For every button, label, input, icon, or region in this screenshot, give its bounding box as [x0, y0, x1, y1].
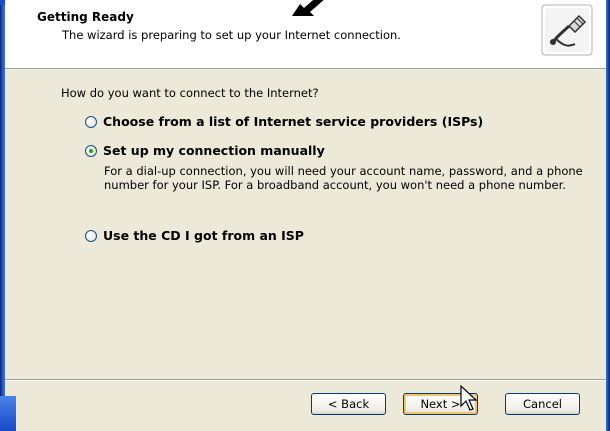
- window-frame-right: [606, 0, 610, 431]
- radio-setup-manually[interactable]: [85, 144, 97, 157]
- radio-choose-isp-list[interactable]: [85, 115, 97, 128]
- option-setup-manually-label: Set up my connection manually: [103, 143, 325, 158]
- wizard-body: How do you want to connect to the Intern…: [5, 70, 606, 379]
- network-cable-icon: [541, 4, 593, 56]
- taskbar-edge: [0, 396, 16, 431]
- option-use-isp-cd-label: Use the CD I got from an ISP: [103, 228, 304, 243]
- option-use-isp-cd[interactable]: Use the CD I got from an ISP: [85, 228, 304, 243]
- back-button[interactable]: < Back: [311, 393, 386, 415]
- cancel-button[interactable]: Cancel: [505, 393, 580, 415]
- option-choose-isp-list[interactable]: Choose from a list of Internet service p…: [85, 114, 483, 129]
- callout-arrow-icon: [292, 0, 324, 16]
- mouse-pointer-icon: [460, 385, 478, 411]
- header-subtitle: The wizard is preparing to set up your I…: [62, 28, 401, 42]
- option-setup-manually[interactable]: Set up my connection manually: [85, 143, 325, 158]
- wizard-footer: < Back Next > Cancel: [5, 381, 606, 431]
- radio-use-isp-cd[interactable]: [85, 229, 97, 242]
- option-setup-manually-description: For a dial-up connection, you will need …: [104, 164, 583, 192]
- connection-question: How do you want to connect to the Intern…: [61, 86, 319, 100]
- header-title: Getting Ready: [37, 10, 134, 24]
- wizard-window: Getting Ready The wizard is preparing to…: [0, 0, 610, 431]
- option-choose-isp-list-label: Choose from a list of Internet service p…: [103, 114, 484, 129]
